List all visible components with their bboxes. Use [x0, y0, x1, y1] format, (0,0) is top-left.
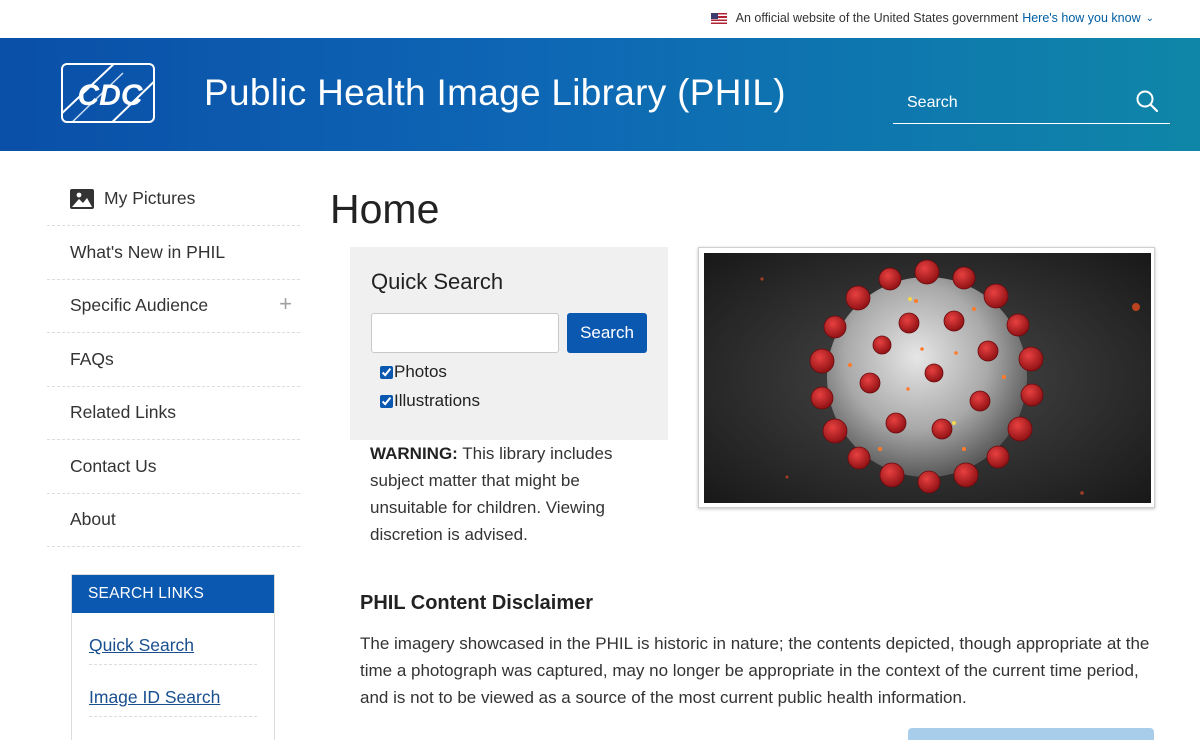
illustrations-option[interactable]: Illustrations	[380, 391, 480, 411]
sidebar-item-faqs[interactable]: FAQs	[47, 333, 300, 387]
site-title: Public Health Image Library (PHIL)	[204, 72, 786, 113]
quick-search-link[interactable]: Quick Search	[89, 635, 194, 656]
chevron-down-icon[interactable]: ⌄	[1146, 13, 1154, 24]
search-links-heading: SEARCH LINKS	[72, 575, 274, 613]
header-search	[893, 85, 1170, 124]
content-warning: WARNING: This library includes subject m…	[370, 440, 660, 548]
search-link-item: Image ID Search	[89, 665, 257, 717]
plus-icon[interactable]: +	[279, 291, 292, 317]
site-header: CDC Public Health Image Library (PHIL)	[0, 38, 1200, 151]
illustrations-label: Illustrations	[394, 391, 480, 410]
search-link-item: Quick Search	[89, 613, 257, 665]
photos-label: Photos	[394, 362, 447, 381]
quick-search-input[interactable]	[371, 313, 559, 353]
sidebar-nav: My Pictures What's New in PHIL Specific …	[47, 170, 300, 547]
sidebar-item-about[interactable]: About	[47, 494, 300, 547]
sidebar-item-label: My Pictures	[104, 188, 196, 208]
sidebar-item-related-links[interactable]: Related Links	[47, 387, 300, 440]
illustrations-checkbox[interactable]	[380, 394, 393, 408]
sidebar-item-label: FAQs	[70, 348, 114, 369]
cdc-logo-text: CDC	[78, 79, 144, 112]
sidebar-item-label: Related Links	[70, 402, 177, 423]
page-title: Home	[330, 186, 440, 232]
cdc-logo[interactable]: CDC	[61, 63, 155, 123]
search-links-panel: SEARCH LINKS Quick Search Image ID Searc…	[71, 574, 275, 740]
coronavirus-illustration	[704, 253, 1151, 503]
disclaimer-text: The imagery showcased in the PHIL is his…	[360, 634, 1150, 707]
gov-banner-text: An official website of the United States…	[735, 11, 1019, 25]
bottom-button[interactable]	[908, 728, 1154, 740]
sidebar-item-specific-audience[interactable]: Specific Audience +	[47, 280, 300, 333]
featured-image[interactable]	[698, 247, 1155, 508]
warning-label: WARNING:	[370, 444, 458, 463]
disclaimer-title: PHIL Content Disclaimer	[360, 592, 594, 614]
sidebar-item-label: About	[70, 509, 116, 530]
search-icon[interactable]	[1134, 89, 1160, 115]
sidebar-item-label: Specific Audience	[70, 295, 209, 316]
photos-checkbox[interactable]	[380, 365, 393, 379]
sidebar-item-my-pictures[interactable]: My Pictures	[47, 170, 300, 226]
sidebar-item-whats-new[interactable]: What's New in PHIL	[47, 226, 300, 280]
how-you-know-link[interactable]: Here's how you know	[1022, 11, 1140, 25]
quick-search-title: Quick Search	[371, 269, 504, 294]
sidebar-item-label: What's New in PHIL	[70, 241, 226, 262]
gov-banner: An official website of the United States…	[0, 0, 1200, 38]
quick-search-button[interactable]: Search	[567, 313, 647, 353]
us-flag-icon	[710, 12, 727, 24]
sidebar-item-label: Contact Us	[70, 455, 157, 476]
image-id-search-link[interactable]: Image ID Search	[89, 687, 220, 708]
gov-banner-content: An official website of the United States…	[710, 11, 1154, 25]
photos-option[interactable]: Photos	[380, 362, 447, 382]
quick-search-panel: Quick Search Search Photos Illustrations	[350, 247, 668, 440]
picture-icon	[70, 188, 94, 209]
header-search-input[interactable]	[907, 91, 1127, 115]
sidebar-item-contact-us[interactable]: Contact Us	[47, 440, 300, 494]
